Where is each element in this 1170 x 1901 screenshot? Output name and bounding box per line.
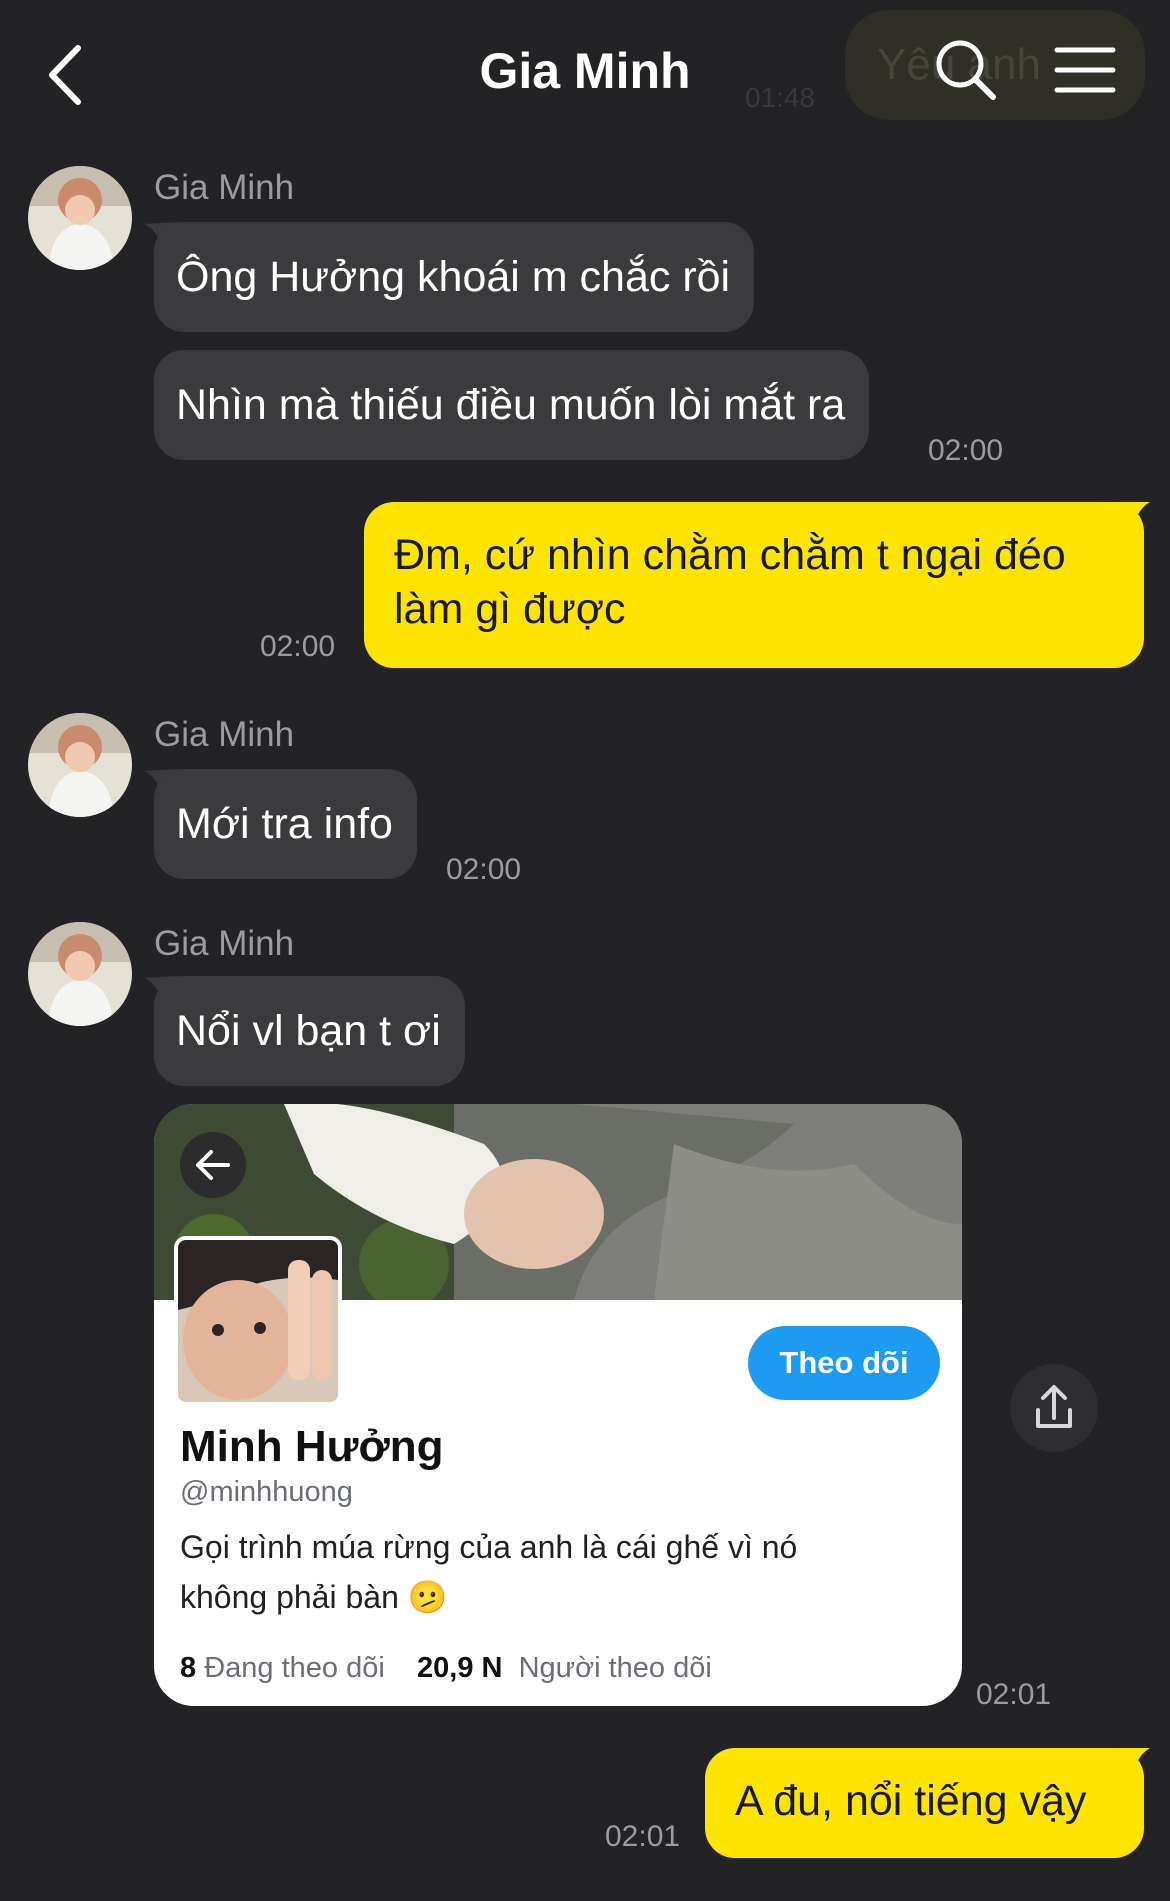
- message-time: 02:00: [446, 853, 522, 886]
- message-bubble[interactable]: A đu, nổi tiếng vậy: [705, 1748, 1144, 1858]
- profile-bio: Gọi trình múa rừng của anh là cái ghế vì…: [180, 1522, 920, 1622]
- message-bubble[interactable]: Mới tra info: [154, 769, 417, 879]
- profile-screenshot-card[interactable]: Theo dõi Minh Hưởng @minhhuong Gọi trình…: [154, 1104, 962, 1706]
- bio-line: Gọi trình múa rừng của anh là cái ghế vì…: [180, 1529, 798, 1565]
- sender-name: Gia Minh: [154, 715, 295, 754]
- ghost-time: 01:48: [745, 82, 816, 113]
- profile-avatar-image: [174, 1236, 342, 1406]
- avatar[interactable]: [28, 166, 132, 270]
- bio-line: không phải bàn 🫤: [180, 1579, 448, 1615]
- arrow-left-icon: [196, 1150, 230, 1180]
- message-text: Đm, cứ nhìn chằm chằm t ngại đéo: [394, 531, 1066, 579]
- following-count: 8: [180, 1652, 197, 1684]
- card-back-button: [180, 1132, 246, 1198]
- sender-name: Gia Minh: [154, 168, 295, 207]
- message-text: làm gì được: [394, 585, 626, 633]
- message-time: 02:01: [605, 1820, 681, 1853]
- menu-button[interactable]: [1053, 44, 1117, 96]
- following-label: Đang theo dõi: [204, 1652, 385, 1684]
- message-time: 02:00: [260, 630, 336, 663]
- followers-count: 20,9 N: [417, 1652, 503, 1684]
- search-icon: [936, 40, 996, 100]
- message-text: Nhìn mà thiếu điều muốn lòi mắt ra: [176, 381, 846, 429]
- message-text: Nổi vl bạn t ơi: [176, 1007, 441, 1055]
- profile-handle: @minhhuong: [180, 1476, 353, 1508]
- followers-label: Người theo dõi: [518, 1652, 712, 1684]
- message-bubble[interactable]: Ông Hưởng khoái m chắc rồi: [154, 222, 755, 332]
- profile-name: Minh Hưởng: [180, 1422, 444, 1471]
- menu-icon: [1054, 47, 1116, 93]
- message-bubble[interactable]: Đm, cứ nhìn chằm chằm t ngại đéo làm gì …: [364, 502, 1144, 668]
- follow-button: Theo dõi: [748, 1326, 940, 1400]
- avatar[interactable]: [28, 713, 132, 817]
- message-time: 02:01: [976, 1678, 1052, 1711]
- message-time: 02:00: [928, 434, 1004, 467]
- share-icon: [1036, 1385, 1072, 1428]
- message-bubble[interactable]: Nhìn mà thiếu điều muốn lòi mắt ra: [154, 350, 870, 460]
- sender-name: Gia Minh: [154, 924, 295, 963]
- search-button[interactable]: [932, 36, 998, 102]
- message-text: Mới tra info: [176, 800, 393, 848]
- message-bubble[interactable]: Nổi vl bạn t ơi: [154, 976, 465, 1086]
- profile-stats: 8 Đang theo dõi 20,9 N Người theo dõi: [180, 1652, 712, 1685]
- avatar[interactable]: [28, 922, 132, 1026]
- message-text: Ông Hưởng khoái m chắc rồi: [176, 253, 731, 301]
- message-text: A đu, nổi tiếng vậy: [735, 1777, 1087, 1825]
- share-button[interactable]: [1010, 1364, 1098, 1452]
